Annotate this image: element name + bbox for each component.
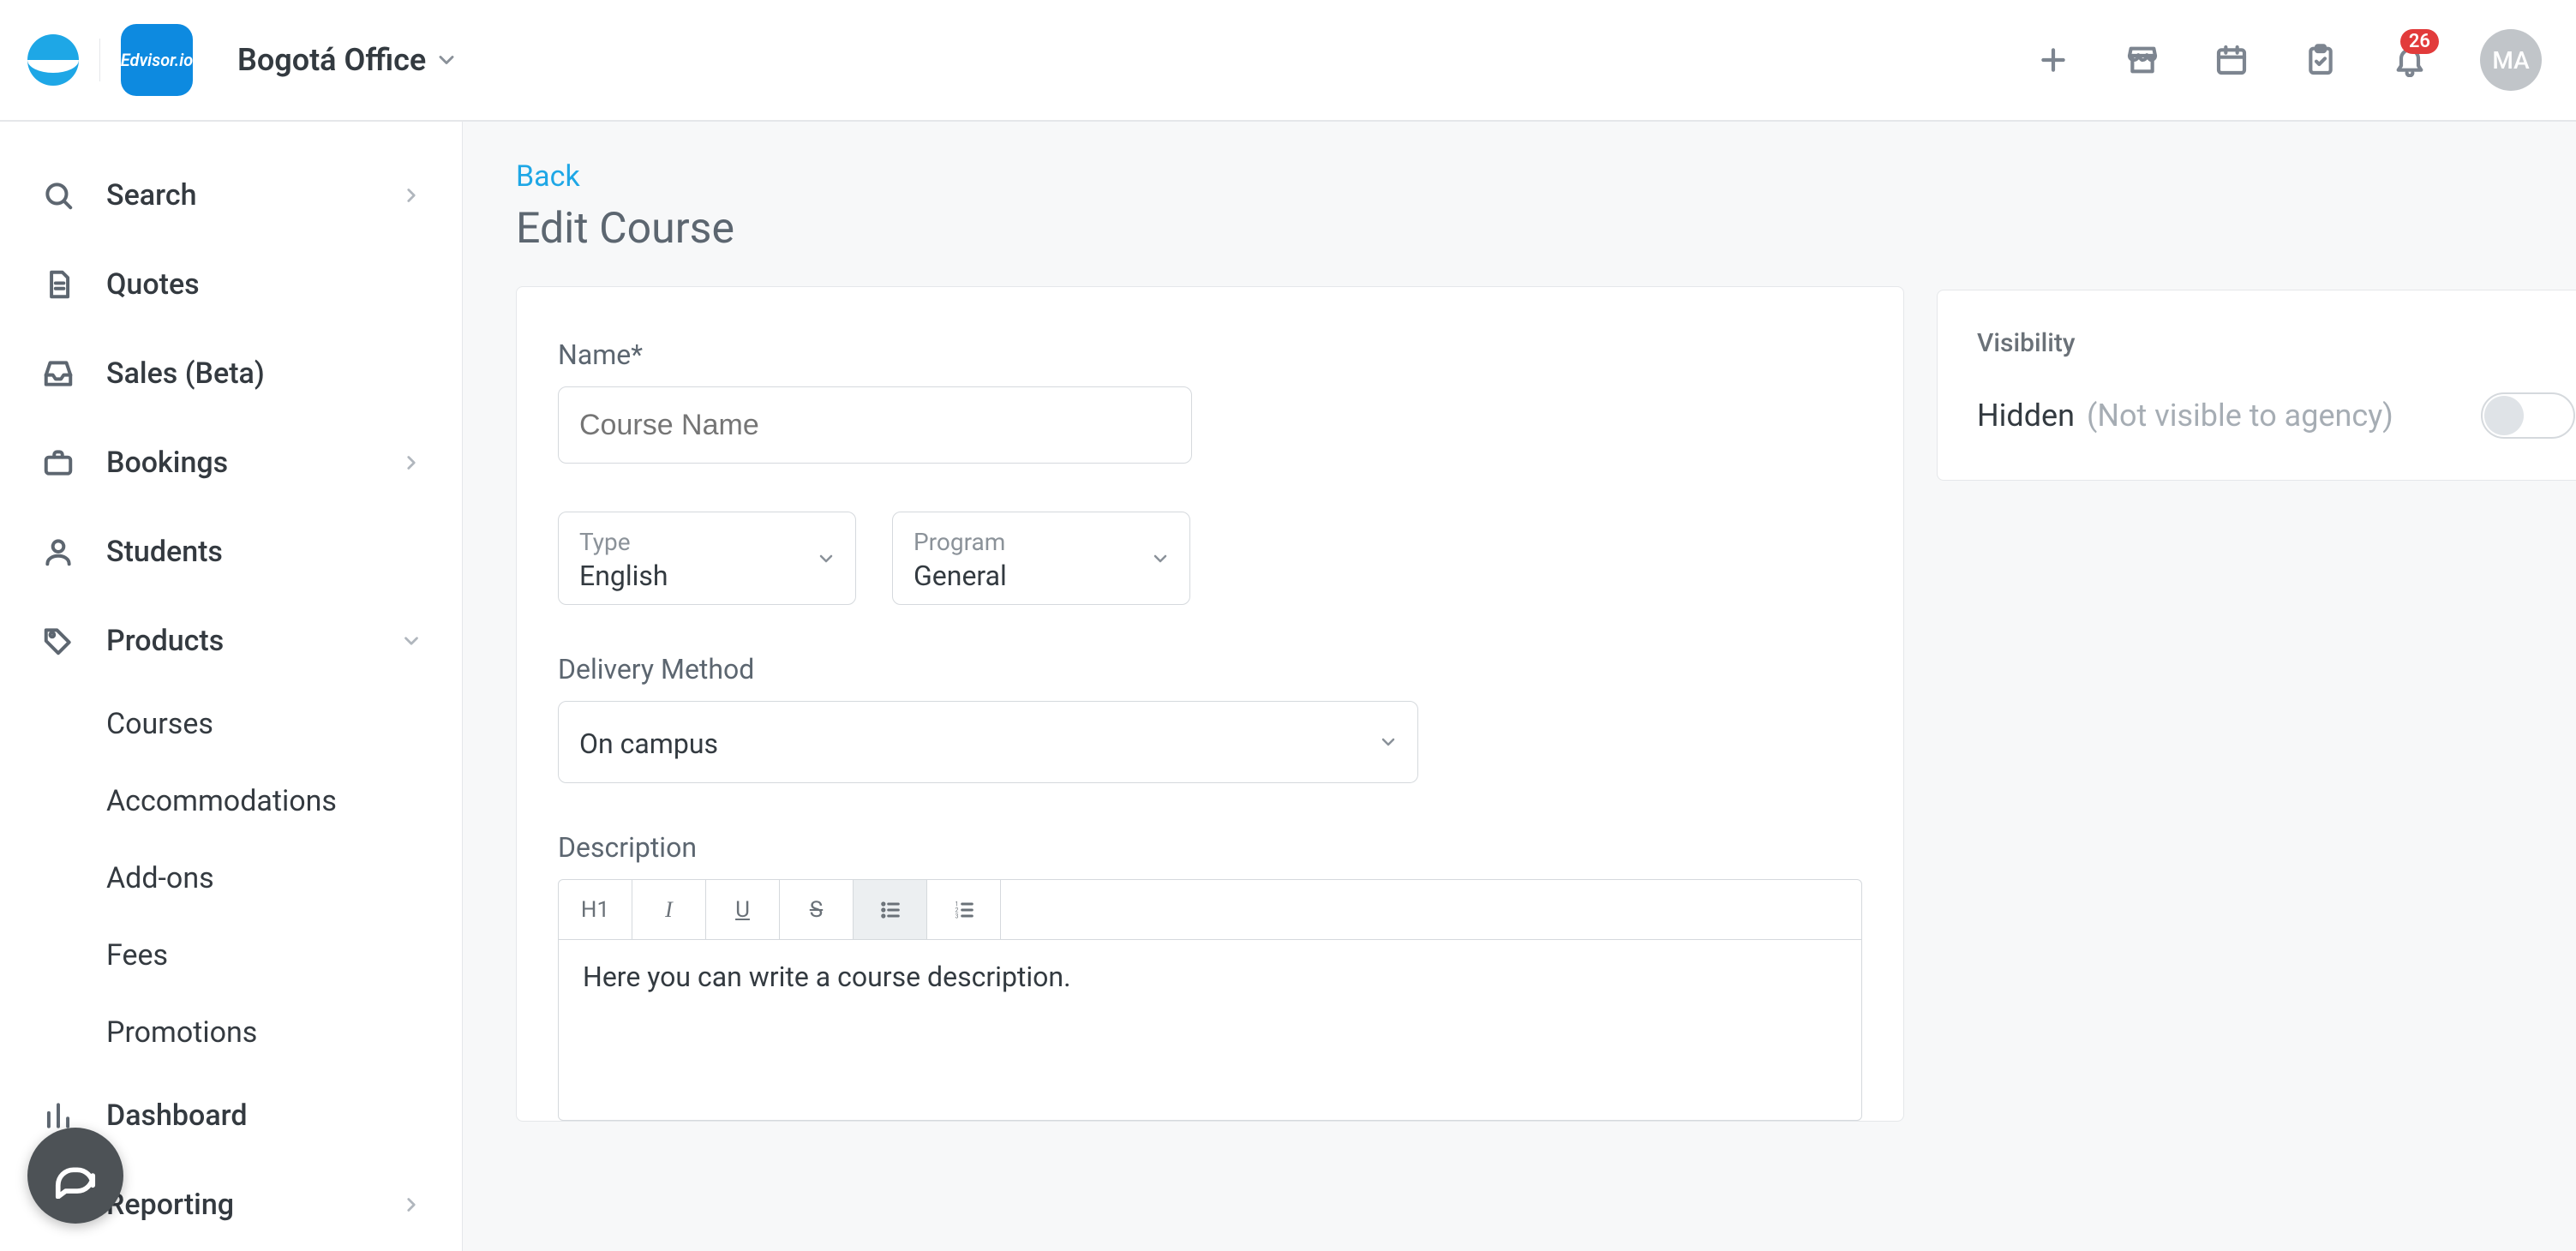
briefcase-icon: [39, 444, 77, 482]
chevron-down-icon: [1378, 732, 1399, 752]
visibility-title: Visibility: [1977, 328, 2575, 358]
type-select[interactable]: Type English: [558, 512, 856, 605]
brand-logo[interactable]: Edvisor.io: [121, 24, 193, 96]
sidebar-sub-label: Fees: [106, 938, 168, 973]
numbered-list-icon: 123: [952, 898, 976, 922]
svg-text:3: 3: [955, 913, 958, 919]
sidebar-item-search[interactable]: Search: [0, 151, 462, 240]
sidebar-sub-label: Promotions: [106, 1015, 257, 1050]
delivery-select-value: On campus: [579, 727, 1397, 760]
document-icon: [39, 266, 77, 303]
sidebar-sub-courses[interactable]: Courses: [0, 685, 462, 763]
search-icon: [39, 177, 77, 214]
topbar-right: 26 MA: [2034, 29, 2542, 91]
sidebar-item-label: Reporting: [106, 1188, 234, 1222]
add-icon[interactable]: [2034, 41, 2072, 79]
editor-strike-button[interactable]: S: [780, 880, 854, 939]
sidebar-sub-fees[interactable]: Fees: [0, 917, 462, 994]
program-select[interactable]: Program General: [892, 512, 1190, 605]
course-name-input[interactable]: [558, 386, 1192, 464]
main-column: Back Edit Course Name* Type English Prog…: [516, 159, 1904, 1213]
divider: [99, 39, 100, 81]
visibility-card: Visibility Hidden (Not visible to agency…: [1937, 290, 2576, 481]
description-textarea[interactable]: Here you can write a course description.: [559, 940, 1861, 1120]
avatar-initials: MA: [2492, 46, 2529, 75]
visibility-label: Hidden: [1977, 398, 2075, 434]
office-name: Bogotá Office: [237, 42, 426, 78]
editor-numbered-button[interactable]: 123: [927, 880, 1001, 939]
chevron-down-icon: [434, 48, 458, 72]
notification-badge: 26: [2400, 29, 2439, 54]
visibility-row: Hidden (Not visible to agency): [1977, 392, 2575, 439]
name-label: Name*: [558, 338, 1862, 371]
chat-icon: [52, 1152, 99, 1199]
calendar-icon[interactable]: [2213, 41, 2250, 79]
visibility-hint: (Not visible to agency): [2087, 398, 2393, 434]
description-label: Description: [558, 831, 1862, 864]
program-select-label: Program: [914, 528, 1169, 556]
topbar: Edvisor.io Bogotá Office 26 MA: [0, 0, 2576, 122]
sidebar-item-products[interactable]: Products: [0, 596, 462, 685]
page-title: Edit Course: [516, 204, 1904, 254]
sidebar-item-label: Bookings: [106, 446, 228, 480]
topbar-left: Edvisor.io Bogotá Office: [27, 24, 458, 96]
delivery-select[interactable]: On campus: [558, 701, 1418, 783]
form-card: Name* Type English Program General: [516, 286, 1904, 1122]
sidebar-sub-addons[interactable]: Add-ons: [0, 840, 462, 917]
sidebar-sub-label: Accommodations: [106, 784, 337, 818]
sidebar-item-label: Search: [106, 178, 196, 212]
clipboard-icon[interactable]: [2302, 41, 2339, 79]
editor-bullet-button[interactable]: [854, 880, 927, 939]
sidebar-item-bookings[interactable]: Bookings: [0, 418, 462, 507]
editor-italic-button[interactable]: I: [632, 880, 706, 939]
person-icon: [39, 533, 77, 571]
sidebar-sub-accommodations[interactable]: Accommodations: [0, 763, 462, 840]
bullet-list-icon: [878, 898, 902, 922]
visibility-toggle[interactable]: [2481, 392, 2575, 439]
sidebar: Search Quotes Sales (Beta) Bookings Stud…: [0, 122, 463, 1251]
chevron-down-icon: [400, 630, 422, 652]
sidebar-item-quotes[interactable]: Quotes: [0, 240, 462, 329]
layout: Search Quotes Sales (Beta) Bookings Stud…: [0, 122, 2576, 1251]
sidebar-item-sales[interactable]: Sales (Beta): [0, 329, 462, 418]
chevron-right-icon: [400, 452, 422, 474]
inbox-icon: [39, 355, 77, 392]
chevron-right-icon: [400, 1194, 422, 1216]
sidebar-item-label: Dashboard: [106, 1098, 248, 1133]
sidebar-sub-label: Courses: [106, 707, 213, 741]
sidebar-sub-promotions[interactable]: Promotions: [0, 994, 462, 1071]
type-select-value: English: [579, 560, 835, 592]
program-select-value: General: [914, 560, 1169, 592]
chevron-right-icon: [400, 184, 422, 207]
sidebar-item-students[interactable]: Students: [0, 507, 462, 596]
toggle-knob: [2484, 396, 2524, 435]
sidebar-sub-label: Add-ons: [106, 861, 214, 895]
editor-h1-button[interactable]: H1: [559, 880, 632, 939]
back-link[interactable]: Back: [516, 159, 1904, 194]
editor-toolbar: H1 I U S 123: [559, 880, 1861, 940]
office-switcher[interactable]: Bogotá Office: [237, 42, 458, 78]
chevron-down-icon: [816, 548, 836, 569]
side-column: Visibility Hidden (Not visible to agency…: [1937, 159, 2576, 1213]
editor-underline-button[interactable]: U: [706, 880, 780, 939]
chat-bubble[interactable]: [27, 1128, 123, 1224]
tag-icon: [39, 622, 77, 660]
store-icon[interactable]: [2124, 41, 2161, 79]
brand-text: Edvisor.io: [121, 50, 193, 70]
main: Back Edit Course Name* Type English Prog…: [463, 122, 2576, 1251]
delivery-label: Delivery Method: [558, 653, 1862, 685]
app-logo[interactable]: [27, 34, 79, 86]
sidebar-item-label: Students: [106, 535, 223, 569]
sidebar-item-label: Products: [106, 624, 224, 658]
avatar[interactable]: MA: [2480, 29, 2542, 91]
chevron-down-icon: [1150, 548, 1171, 569]
sidebar-item-label: Quotes: [106, 267, 200, 302]
sidebar-item-label: Sales (Beta): [106, 356, 265, 391]
type-select-label: Type: [579, 528, 835, 556]
bell-icon[interactable]: 26: [2391, 41, 2429, 79]
description-editor: H1 I U S 123 Here you can write a course: [558, 879, 1862, 1121]
